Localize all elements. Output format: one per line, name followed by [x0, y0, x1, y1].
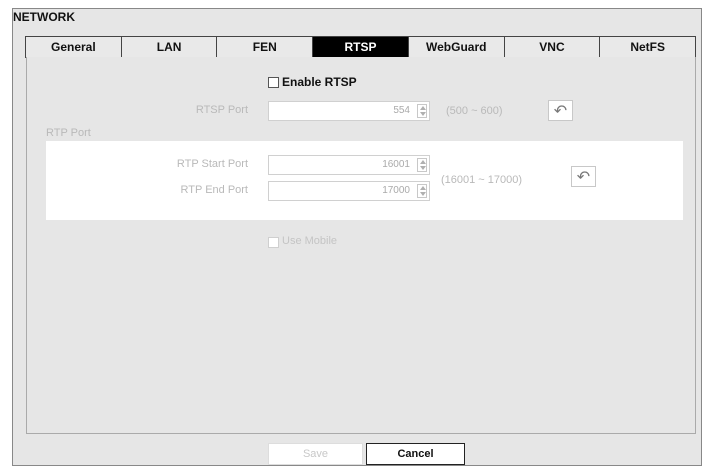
rtsp-port-range: (500 ~ 600) [446, 105, 503, 117]
tab-lan[interactable]: LAN [121, 37, 218, 57]
tab-general[interactable]: General [26, 37, 122, 57]
use-mobile-checkbox[interactable] [268, 237, 279, 248]
rtp-end-port-spinner[interactable] [417, 184, 427, 198]
rtp-end-port-label: RTP End Port [180, 184, 248, 196]
rtp-end-port-value: 17000 [382, 185, 410, 196]
tab-vnc[interactable]: VNC [504, 37, 601, 57]
rtsp-port-spinner[interactable] [417, 104, 427, 118]
rtsp-port-reset-button[interactable]: ↶ [548, 100, 573, 121]
tab-fen[interactable]: FEN [217, 37, 314, 57]
rtp-port-section-label: RTP Port [46, 127, 91, 139]
rtp-port-range: (16001 ~ 17000) [441, 174, 523, 186]
rtp-start-port-label: RTP Start Port [176, 158, 248, 170]
undo-arrow-icon: ↶ [553, 102, 568, 120]
cancel-button[interactable]: Cancel [366, 443, 465, 465]
rtp-port-reset-button[interactable]: ↶ [571, 166, 596, 187]
tab-bar: General LAN FEN RTSP WebGuard VNC NetFS [25, 36, 696, 58]
save-button[interactable]: Save [268, 443, 363, 465]
rtp-start-port-value: 16001 [382, 159, 410, 170]
rtp-end-port-field[interactable]: 17000 [268, 181, 430, 201]
rtsp-port-label: RTSP Port [195, 104, 248, 116]
rtsp-port-field[interactable]: 554 [268, 101, 430, 121]
enable-rtsp-checkbox[interactable] [268, 77, 279, 88]
tab-webguard[interactable]: WebGuard [408, 37, 505, 57]
enable-rtsp-label: Enable RTSP [282, 75, 357, 89]
rtp-start-port-field[interactable]: 16001 [268, 155, 430, 175]
rtsp-port-value: 554 [393, 105, 410, 116]
rtp-start-port-spinner[interactable] [417, 158, 427, 172]
tab-netfs[interactable]: NetFS [600, 37, 696, 57]
use-mobile-label: Use Mobile [282, 235, 338, 247]
window-title: NETWORK [13, 10, 75, 24]
undo-arrow-icon: ↶ [576, 168, 591, 186]
tab-rtsp[interactable]: RTSP [313, 37, 409, 57]
